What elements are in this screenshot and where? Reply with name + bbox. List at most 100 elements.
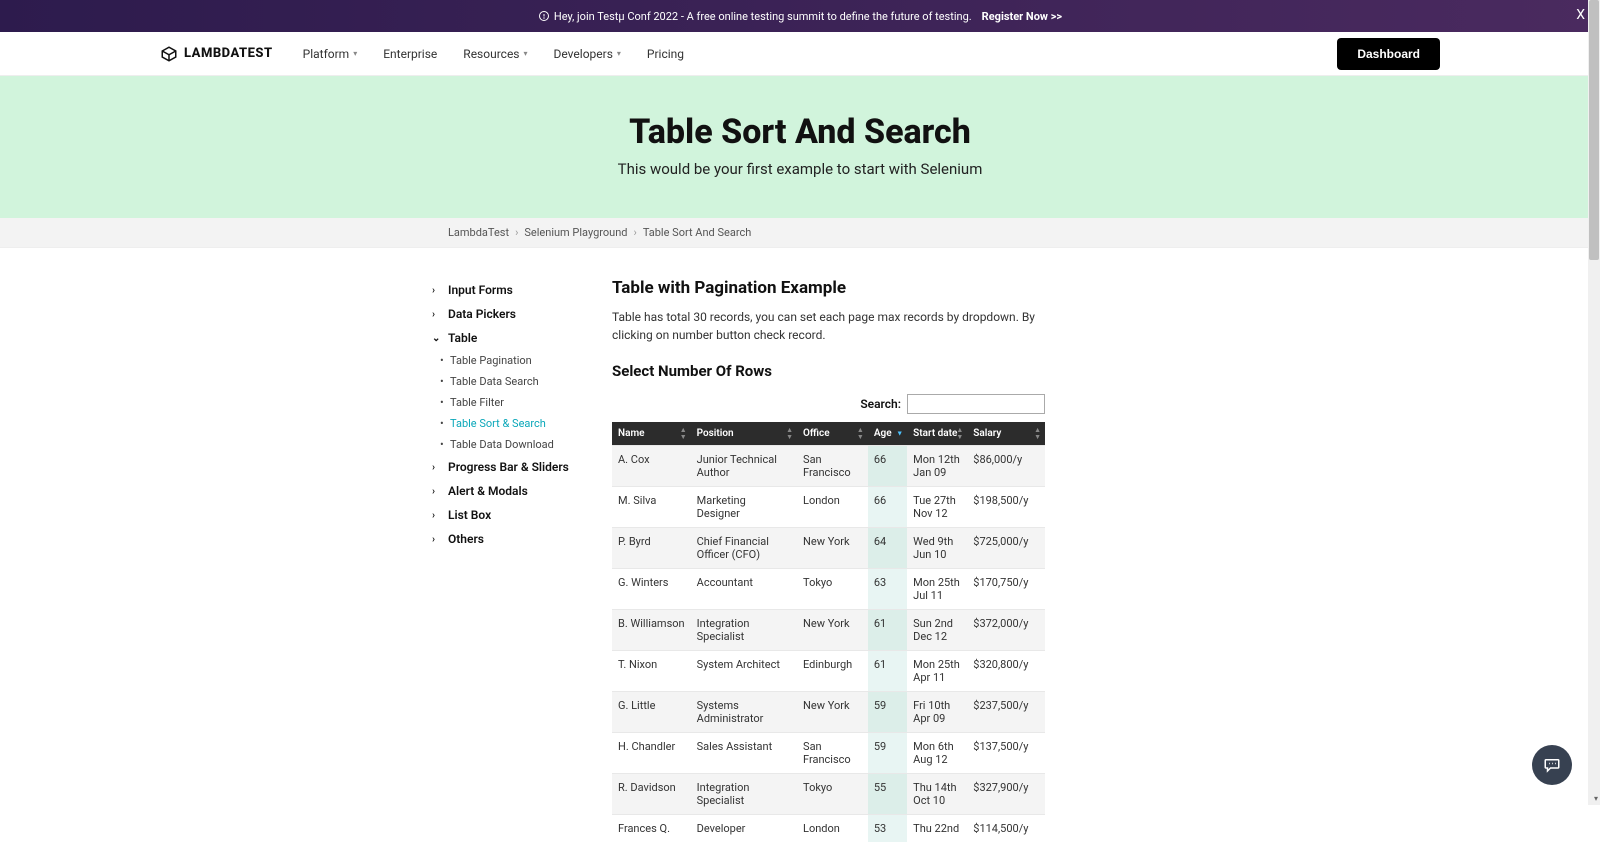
sidebar-group-input-forms[interactable]: ›Input Forms	[432, 278, 612, 302]
sidebar-item-table-filter[interactable]: Table Filter	[450, 392, 612, 413]
sidebar-group-label: Table	[448, 331, 477, 345]
data-table: Name▲▼Position▲▼Office▲▼Age▼Start date▲▼…	[612, 422, 1045, 842]
breadcrumb-bar: LambdaTest › Selenium Playground › Table Sor…	[0, 218, 1600, 248]
scrollbar-thumb[interactable]	[1589, 0, 1599, 260]
column-header-salary[interactable]: Salary▲▼	[967, 422, 1045, 446]
cell-start: Thu 14th Oct 10	[907, 774, 967, 815]
cell-office: New York	[797, 610, 868, 651]
breadcrumb-item[interactable]: LambdaTest	[448, 226, 509, 239]
chevron-down-icon: ▾	[524, 49, 528, 58]
cell-salary: $198,500/y	[967, 487, 1045, 528]
chevron-down-icon: ⌄	[432, 333, 442, 344]
column-header-age[interactable]: Age▼	[868, 422, 907, 446]
content-description: Table has total 30 records, you can set …	[612, 308, 1042, 344]
sidebar-group-others[interactable]: ›Others	[432, 527, 612, 551]
chat-button[interactable]	[1532, 745, 1572, 785]
sidebar-group-table[interactable]: ⌄ Table	[432, 326, 612, 350]
cell-age: 66	[868, 446, 907, 487]
column-header-office[interactable]: Office▲▼	[797, 422, 868, 446]
logo-icon	[160, 45, 178, 63]
sidebar-group-label: Progress Bar & Sliders	[448, 460, 569, 474]
breadcrumb-separator: ›	[515, 226, 518, 239]
cell-name: H. Chandler	[612, 733, 691, 774]
chevron-right-icon: ›	[432, 285, 442, 296]
nav-item-developers[interactable]: Developers▾	[554, 47, 621, 61]
sort-desc-icon: ▼	[896, 430, 903, 437]
sidebar-item-table-sort-search[interactable]: Table Sort & Search	[450, 413, 612, 434]
cell-position: Sales Assistant	[691, 733, 797, 774]
breadcrumb-item[interactable]: Selenium Playground	[524, 226, 627, 239]
cell-start: Mon 25th Jul 11	[907, 569, 967, 610]
chevron-right-icon: ›	[432, 534, 442, 545]
cell-age: 63	[868, 569, 907, 610]
table-row: P. ByrdChief Financial Officer (CFO)New …	[612, 528, 1045, 569]
cell-position: Marketing Designer	[691, 487, 797, 528]
table-row: M. SilvaMarketing DesignerLondon66Tue 27…	[612, 487, 1045, 528]
chevron-down-icon: ▾	[617, 49, 621, 58]
cell-position: Systems Administrator	[691, 692, 797, 733]
scroll-down-icon[interactable]: ▾	[1594, 794, 1598, 803]
cell-name: B. Williamson	[612, 610, 691, 651]
cell-name: G. Winters	[612, 569, 691, 610]
sidebar-group-alert-modals[interactable]: ›Alert & Modals	[432, 479, 612, 503]
cell-office: London	[797, 487, 868, 528]
scrollbar-track[interactable]: ▾	[1588, 0, 1600, 805]
sidebar-item-table-data-download[interactable]: Table Data Download	[450, 434, 612, 455]
cell-office: San Francisco	[797, 733, 868, 774]
brand-logo[interactable]: LAMBDATEST	[160, 45, 273, 63]
column-header-name[interactable]: Name▲▼	[612, 422, 691, 446]
chevron-right-icon: ›	[432, 510, 442, 521]
cell-start: Mon 12th Jan 09	[907, 446, 967, 487]
hero-section: Table Sort And Search This would be your…	[0, 76, 1600, 218]
banner-close-button[interactable]: X	[1576, 7, 1585, 23]
nav-item-pricing[interactable]: Pricing	[647, 47, 684, 61]
cell-age: 64	[868, 528, 907, 569]
cell-office: San Francisco	[797, 446, 868, 487]
table-row: Frances Q.DeveloperLondon53Thu 22nd$114,…	[612, 815, 1045, 842]
cell-age: 61	[868, 651, 907, 692]
cell-start: Thu 22nd	[907, 815, 967, 842]
search-label: Search:	[860, 397, 901, 411]
cell-salary: $320,800/y	[967, 651, 1045, 692]
cell-age: 61	[868, 610, 907, 651]
cell-name: P. Byrd	[612, 528, 691, 569]
nav-item-resources[interactable]: Resources▾	[463, 47, 527, 61]
table-row: B. WilliamsonIntegration SpecialistNew Y…	[612, 610, 1045, 651]
chat-icon	[1543, 756, 1561, 774]
sidebar-group-progress-bar-sliders[interactable]: ›Progress Bar & Sliders	[432, 455, 612, 479]
chevron-down-icon: ▾	[353, 49, 357, 58]
sidebar-group-data-pickers[interactable]: ›Data Pickers	[432, 302, 612, 326]
cell-age: 53	[868, 815, 907, 842]
cell-name: G. Little	[612, 692, 691, 733]
table-row: R. DavidsonIntegration SpecialistTokyo55…	[612, 774, 1045, 815]
search-input[interactable]	[907, 394, 1045, 414]
sidebar-group-list-box[interactable]: ›List Box	[432, 503, 612, 527]
sort-icon: ▲▼	[857, 427, 864, 441]
nav-item-enterprise[interactable]: Enterprise	[383, 47, 437, 61]
rows-heading: Select Number Of Rows	[612, 362, 1092, 380]
cell-name: M. Silva	[612, 487, 691, 528]
table-row: G. LittleSystems AdministratorNew York59…	[612, 692, 1045, 733]
table-row: G. WintersAccountantTokyo63Mon 25th Jul …	[612, 569, 1045, 610]
cell-position: Junior Technical Author	[691, 446, 797, 487]
cell-position: System Architect	[691, 651, 797, 692]
sidebar-item-table-data-search[interactable]: Table Data Search	[450, 371, 612, 392]
column-header-position[interactable]: Position▲▼	[691, 422, 797, 446]
breadcrumb-item: Table Sort And Search	[643, 226, 751, 239]
cell-office: New York	[797, 528, 868, 569]
sort-icon: ▲▼	[786, 427, 793, 441]
dashboard-button[interactable]: Dashboard	[1337, 38, 1440, 70]
cell-office: London	[797, 815, 868, 842]
breadcrumb-separator: ›	[634, 226, 637, 239]
sidebar-group-label: Data Pickers	[448, 307, 516, 321]
column-header-start-date[interactable]: Start date▲▼	[907, 422, 967, 446]
sidebar-nav: ›Input Forms›Data Pickers⌄TableTable Pag…	[432, 278, 612, 842]
cell-age: 59	[868, 733, 907, 774]
sidebar-item-table-pagination[interactable]: Table Pagination	[450, 350, 612, 371]
sort-icon: ▲▼	[680, 427, 687, 441]
sidebar-group-label: Alert & Modals	[448, 484, 528, 498]
banner-cta-link[interactable]: Register Now >>	[982, 10, 1062, 23]
promo-banner: Hey, join Testμ Conf 2022 - A free onlin…	[0, 0, 1600, 32]
nav-item-platform[interactable]: Platform▾	[303, 47, 358, 61]
page-subtitle: This would be your first example to star…	[0, 160, 1600, 178]
